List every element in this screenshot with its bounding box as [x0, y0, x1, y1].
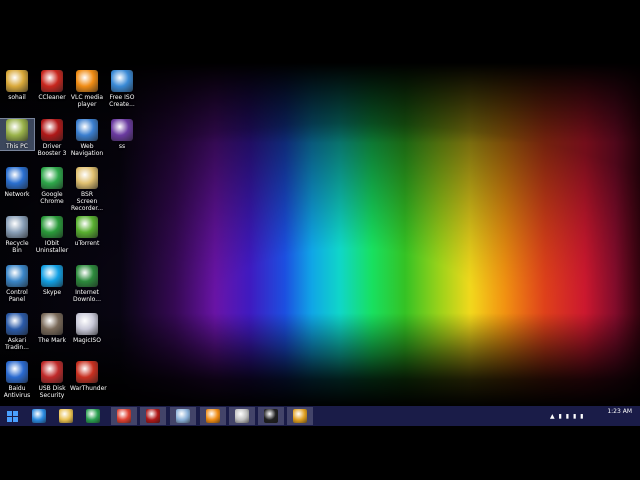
taskbar-ie-icon[interactable]	[26, 407, 52, 425]
iobit-uninstaller-icon	[41, 216, 63, 238]
desktop-icon-control-panel[interactable]: Control Panel	[0, 265, 34, 303]
notepad-icon	[176, 409, 190, 423]
desktop-icon-label: Control Panel	[6, 289, 28, 303]
desktop-icon-iobit-uninstaller[interactable]: IObit Uninstaller	[35, 216, 69, 254]
desktop-icon-network[interactable]: Network	[0, 167, 34, 198]
store-icon	[86, 409, 100, 423]
desktop-icon-label: Network	[4, 191, 30, 198]
bsr-screen-recorder-icon	[76, 167, 98, 189]
desktop-icon-label: Web Navigation	[70, 143, 104, 157]
driver-booster-icon	[41, 119, 63, 141]
desktop-icon-internet-download-manager[interactable]: Internet Downlo...	[70, 265, 104, 303]
taskbar-notepad-icon[interactable]	[170, 407, 196, 425]
taskbar-tiles-icon[interactable]	[287, 407, 313, 425]
desktop-icon-web-navigation[interactable]: Web Navigation	[70, 119, 104, 157]
google-chrome-icon	[41, 167, 63, 189]
desktop-icon-label: VLC media player	[70, 94, 104, 108]
desktop-icon-the-mark[interactable]: The Mark	[35, 313, 69, 344]
desktop-icon-label: sohail	[8, 94, 26, 101]
askari-trading-icon	[6, 313, 28, 335]
recycle-bin-icon	[6, 216, 28, 238]
desktop-icon-label: Recycle Bin	[5, 240, 29, 254]
utorrent-icon	[76, 216, 98, 238]
cmd-icon	[264, 409, 278, 423]
system-tray[interactable]: ▲ ▮ ▮ ▮ ▮ 1:23 AM	[544, 406, 640, 426]
desktop-icon-label: The Mark	[38, 337, 66, 344]
ss-icon	[111, 119, 133, 141]
desktop-icon-label: CCleaner	[38, 94, 66, 101]
desktop-icon-ccleaner[interactable]: CCleaner	[35, 70, 69, 101]
desktop-icon-free-iso-creator[interactable]: Free ISO Create...	[105, 70, 139, 108]
vlc-icon	[206, 409, 220, 423]
web-navigation-icon	[76, 119, 98, 141]
desktop-icon-warthunder[interactable]: WarThunder	[70, 361, 107, 392]
chrome-icon	[117, 409, 131, 423]
file-explorer-icon	[59, 409, 73, 423]
usb-disk-security-icon	[41, 361, 63, 383]
desktop-icon-vlc[interactable]: VLC media player	[70, 70, 104, 108]
desktop-icon-label: MagicISO	[73, 337, 101, 344]
warthunder-icon	[76, 361, 98, 383]
desktop-icon-label: This PC	[6, 143, 28, 150]
vlc-icon	[76, 70, 98, 92]
desktop-icon-skype[interactable]: Skype	[35, 265, 69, 296]
desktop-icon-this-pc[interactable]: This PC	[0, 118, 35, 151]
desktop-icon-label: Internet Downlo...	[73, 289, 101, 303]
taskbar-driver-booster-icon[interactable]	[140, 407, 166, 425]
driver-booster-icon	[146, 409, 160, 423]
clock[interactable]: 1:23 AM	[607, 408, 632, 415]
desktop-icon-baidu-antivirus[interactable]: Baidu Antivirus	[0, 361, 34, 399]
sohail-icon	[6, 70, 28, 92]
control-panel-icon	[6, 265, 28, 287]
taskbar-store-icon[interactable]	[80, 407, 106, 425]
desktop-icon-label: ss	[118, 143, 126, 150]
taskbar-file-explorer-icon[interactable]	[53, 407, 79, 425]
tray-icons[interactable]: ▲ ▮ ▮ ▮ ▮	[550, 413, 584, 420]
taskbar-start-button[interactable]	[0, 407, 26, 425]
desktop-icon-label: Driver Booster 3	[37, 143, 67, 157]
this-pc-icon	[6, 119, 28, 141]
desktop-icon-recycle-bin[interactable]: Recycle Bin	[0, 216, 34, 254]
taskbar: ▲ ▮ ▮ ▮ ▮ 1:23 AM	[0, 406, 640, 426]
desktop-icon-magiciso[interactable]: MagicISO	[70, 313, 104, 344]
desktop-icon-label: Skype	[42, 289, 62, 296]
baidu-antivirus-icon	[6, 361, 28, 383]
ie-icon	[32, 409, 46, 423]
taskbar-chrome-icon[interactable]	[111, 407, 137, 425]
desktop-icon-label: Baidu Antivirus	[3, 385, 31, 399]
desktop-icon-label: USB Disk Security	[38, 385, 66, 399]
network-icon	[6, 167, 28, 189]
desktop-icon-label: Askari Tradin...	[5, 337, 29, 351]
magiciso-icon	[76, 313, 98, 335]
desktop-icon-usb-disk-security[interactable]: USB Disk Security	[35, 361, 69, 399]
desktop-icon-label: Google Chrome	[40, 191, 64, 205]
desktop-icon-google-chrome[interactable]: Google Chrome	[35, 167, 69, 205]
free-iso-creator-icon	[111, 70, 133, 92]
skype-icon	[41, 265, 63, 287]
desktop-icon-ss[interactable]: ss	[105, 119, 139, 150]
internet-download-manager-icon	[76, 265, 98, 287]
clock-time: 1:23 AM	[607, 408, 632, 415]
start-button	[6, 409, 20, 423]
taskbar-cmd-icon[interactable]	[258, 407, 284, 425]
desktop-icon-utorrent[interactable]: uTorrent	[70, 216, 104, 247]
desktop-icon-label: BSR Screen Recorder...	[70, 191, 104, 212]
taskbar-vlc-icon[interactable]	[200, 407, 226, 425]
desktop-icon-label: WarThunder	[70, 385, 107, 392]
desktop-icon-askari-trading[interactable]: Askari Tradin...	[0, 313, 34, 351]
ccleaner-icon	[41, 70, 63, 92]
desktop-icon-bsr-screen-recorder[interactable]: BSR Screen Recorder...	[70, 167, 104, 212]
the-mark-icon	[41, 313, 63, 335]
desktop-icon-label: uTorrent	[74, 240, 100, 247]
taskbar-app-icon[interactable]	[229, 407, 255, 425]
desktop-icon-label: Free ISO Create...	[109, 94, 135, 108]
desktop-icon-sohail[interactable]: sohail	[0, 70, 34, 101]
tiles-icon	[293, 409, 307, 423]
desktop-icon-label: IObit Uninstaller	[35, 240, 69, 254]
app-icon	[235, 409, 249, 423]
desktop-icon-driver-booster[interactable]: Driver Booster 3	[35, 119, 69, 157]
